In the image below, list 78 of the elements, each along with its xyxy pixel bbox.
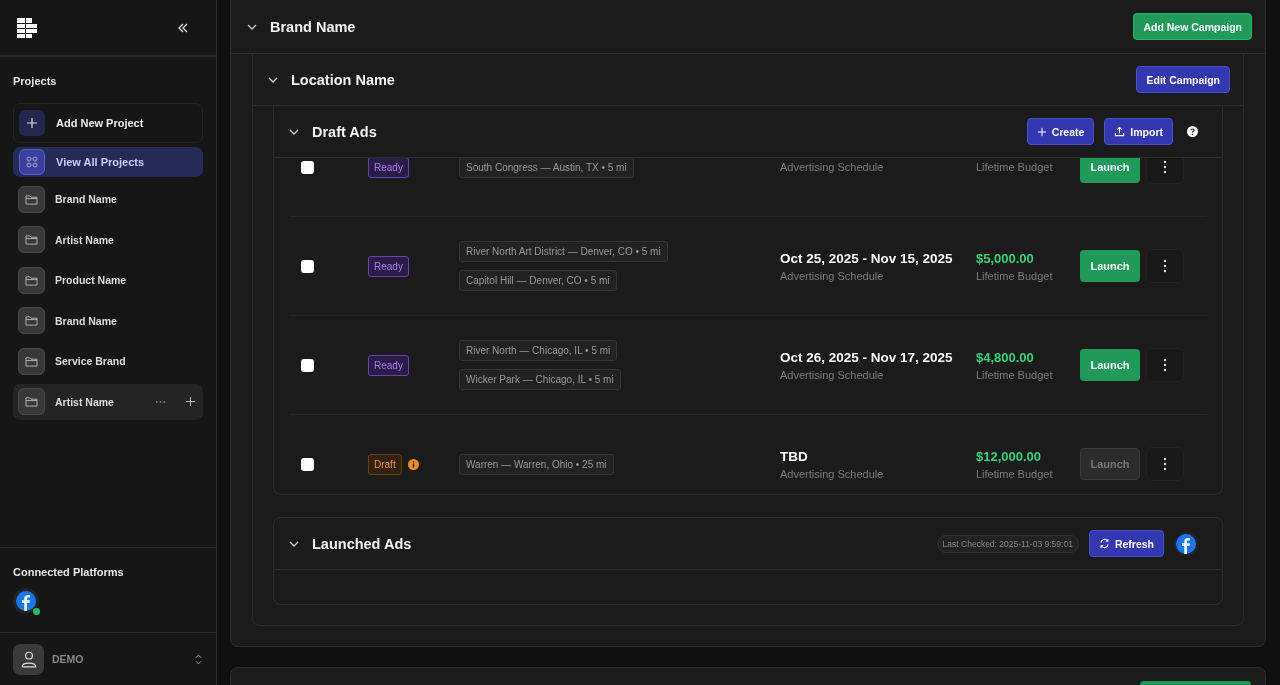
location-chip: Wicker Park — Chicago, IL • 5 mi: [459, 369, 621, 390]
budget-label: Lifetime Budget: [976, 161, 1054, 173]
info-icon[interactable]: [407, 458, 419, 470]
location-chip: Capitol Hill — Denver, CO • 5 mi: [459, 270, 617, 291]
plus-icon[interactable]: [185, 396, 196, 408]
budget-label: Lifetime Budget: [976, 269, 1054, 282]
grid-icon: [26, 156, 38, 168]
location-title: Location Name: [291, 71, 396, 88]
folder-icon: [25, 315, 38, 327]
project-item[interactable]: Artist Name: [13, 383, 203, 420]
more-icon: [1163, 160, 1167, 174]
refresh-button[interactable]: Refresh: [1088, 530, 1164, 557]
status-badge: Draft: [368, 453, 402, 475]
project-item[interactable]: Brand Name: [13, 302, 203, 339]
budget-amount: $4,800.00: [976, 349, 1035, 365]
folder-icon: [25, 396, 38, 408]
avatar[interactable]: [13, 643, 44, 675]
edit-campaign-button[interactable]: Edit Campaign: [1136, 66, 1230, 93]
folder-icon: [25, 234, 38, 246]
project-item[interactable]: Product Name: [13, 262, 203, 299]
more-icon: [1163, 457, 1167, 471]
last-checked-badge: Last Checked: 2025-11-03 9:59:01: [936, 534, 1079, 553]
logo-icon: [17, 17, 37, 38]
user-icon: [19, 650, 38, 668]
budget-amount: $5,000.00: [976, 250, 1035, 266]
facebook-icon[interactable]: [1176, 533, 1196, 554]
create-button[interactable]: Create: [1026, 118, 1095, 145]
schedule-label: Advertising Schedule: [780, 161, 885, 173]
project-item[interactable]: Service Brand: [13, 343, 203, 380]
help-icon[interactable]: [1187, 126, 1198, 137]
projects-heading: Projects: [13, 75, 58, 87]
schedule-dates: Oct 25, 2025 - Nov 15, 2025: [780, 250, 954, 266]
schedule-label: Advertising Schedule: [780, 467, 885, 480]
schedule-dates: Oct 26, 2025 - Nov 17, 2025: [780, 349, 954, 365]
checkbox[interactable]: [301, 259, 314, 273]
sidebar-item[interactable]: Add New Project: [13, 103, 203, 143]
collapse-icon[interactable]: [177, 21, 189, 34]
plus-icon: [1036, 126, 1047, 137]
brand-title: Brand Name: [270, 18, 357, 35]
budget-label: Lifetime Budget: [976, 467, 1054, 480]
more-icon: [1163, 358, 1167, 372]
schedule-dates: TBD: [780, 448, 809, 464]
budget-label: Lifetime Budget: [976, 368, 1054, 381]
draft-ads-title: Draft Ads: [312, 123, 378, 140]
add-campaign-button[interactable]: Add New Campaign: [1133, 13, 1252, 40]
platforms-heading: Connected Platforms: [13, 566, 125, 578]
expand-icon[interactable]: [195, 653, 202, 665]
budget-amount: $12,000.00: [976, 448, 1043, 464]
schedule-label: Advertising Schedule: [780, 269, 885, 282]
location-chip: River North Art District — Denver, CO • 5 mi: [459, 241, 668, 262]
more-icon: [1163, 259, 1167, 273]
import-button[interactable]: Import: [1104, 118, 1173, 145]
launch-button[interactable]: Launch: [1080, 158, 1140, 183]
folder-icon: [25, 274, 38, 286]
user-name: DEMO: [52, 653, 85, 665]
status-badge: Ready: [368, 158, 409, 178]
facebook-icon[interactable]: [16, 591, 36, 611]
launch-button[interactable]: Launch: [1080, 349, 1140, 381]
status-badge: Ready: [368, 354, 409, 376]
schedule-label: Advertising Schedule: [780, 368, 885, 381]
launch-button[interactable]: Launch: [1080, 250, 1140, 282]
folder-icon: [25, 193, 38, 205]
checkbox[interactable]: [301, 160, 314, 174]
location-chip: South Congress — Austin, TX • 5 mi: [459, 158, 634, 178]
project-item[interactable]: Artist Name: [13, 221, 203, 258]
status-badge: Ready: [368, 255, 409, 277]
location-chip: River North — Chicago, IL • 5 mi: [459, 340, 618, 361]
more-icon[interactable]: [155, 399, 166, 404]
checkbox[interactable]: [301, 358, 314, 372]
launched-ads-title: Launched Ads: [312, 535, 413, 552]
sidebar-item[interactable]: View All Projects: [13, 147, 203, 177]
plus-icon: [26, 117, 38, 129]
location-chip: Warren — Warren, Ohio • 25 mi: [459, 453, 614, 475]
upload-icon: [1114, 126, 1126, 137]
folder-icon: [25, 355, 38, 367]
refresh-icon: [1098, 538, 1110, 549]
checkbox[interactable]: [301, 457, 314, 471]
project-item[interactable]: Brand Name: [13, 181, 203, 218]
